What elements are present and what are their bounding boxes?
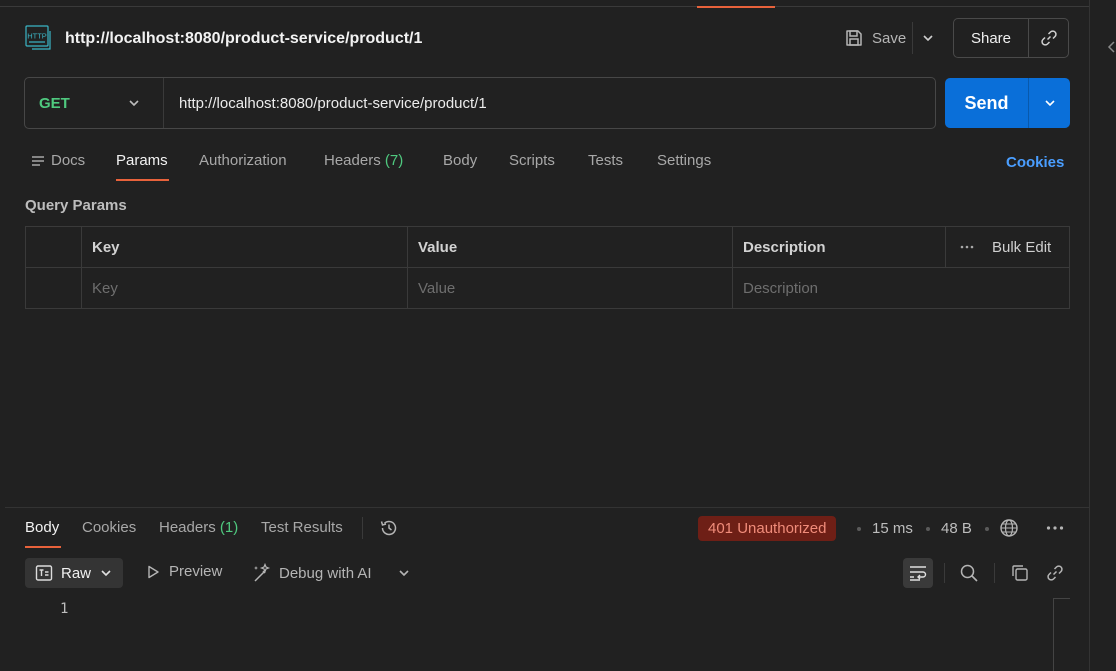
tab-headers-count: (7) (384, 152, 404, 169)
separator-dot (926, 527, 930, 531)
active-tab-indicator (697, 6, 775, 8)
method-select[interactable]: GET (25, 78, 164, 128)
request-url-bar: GET (24, 77, 936, 129)
copy-icon[interactable] (1010, 563, 1030, 583)
share-button[interactable]: Share (954, 19, 1029, 57)
send-button[interactable]: Send (945, 78, 1029, 128)
wrap-lines-icon (908, 563, 928, 583)
send-options-button[interactable] (1029, 78, 1070, 128)
response-tab-headers[interactable]: Headers (1) (159, 519, 238, 536)
more-horizontal-icon[interactable] (1046, 525, 1064, 531)
active-tab-underline (116, 179, 169, 181)
debug-options-chevron[interactable] (397, 566, 411, 580)
wrap-lines-button[interactable] (903, 558, 933, 588)
value-input[interactable]: Value (408, 268, 733, 309)
chevron-down-icon (1043, 96, 1057, 110)
tab-headers[interactable]: Headers (7) (324, 152, 403, 169)
separator-dot (857, 527, 861, 531)
search-icon[interactable] (959, 563, 979, 583)
save-button[interactable]: Save (838, 22, 912, 54)
table-header-row: Key Value Description Bulk Edit (26, 227, 1069, 268)
response-tab-headers-count: (1) (219, 519, 239, 536)
copy-link-button[interactable] (1029, 19, 1068, 57)
ai-sparkle-icon (251, 563, 271, 583)
response-size[interactable]: 48 B (941, 520, 972, 537)
bulk-edit-label: Bulk Edit (992, 238, 1052, 256)
cookies-link[interactable]: Cookies (1006, 154, 1064, 171)
tabs-separator (362, 517, 363, 539)
tab-params[interactable]: Params (116, 152, 168, 169)
query-params-title: Query Params (25, 197, 127, 214)
bulk-edit-button[interactable]: Bulk Edit (946, 227, 1069, 267)
table-row: Key Value Description (26, 268, 1069, 309)
response-tab-headers-label: Headers (159, 519, 216, 536)
method-label: GET (39, 94, 70, 112)
tab-body[interactable]: Body (443, 152, 477, 169)
response-format-select[interactable]: Raw (25, 558, 123, 588)
http-icon: HTTP (24, 23, 54, 53)
status-badge[interactable]: 401 Unauthorized (698, 516, 837, 541)
response-active-tab-underline (25, 546, 61, 548)
svg-text:HTTP: HTTP (27, 32, 47, 41)
tab-headers-label: Headers (324, 152, 381, 169)
response-tab-body[interactable]: Body (25, 519, 59, 536)
save-label: Save (872, 29, 907, 47)
response-tab-test-results[interactable]: Test Results (261, 519, 343, 536)
send-button-group: Send (945, 78, 1070, 128)
tab-authorization[interactable]: Authorization (199, 152, 287, 169)
request-title[interactable]: http://localhost:8080/product-service/pr… (65, 30, 422, 48)
checkbox-column-header (26, 227, 82, 267)
chevron-left-icon[interactable] (1106, 40, 1116, 54)
debug-with-ai-button[interactable]: Debug with AI (251, 563, 372, 583)
chevron-down-icon (99, 566, 113, 580)
link-icon (1039, 28, 1059, 48)
toolbar-separator (994, 563, 995, 583)
globe-icon[interactable] (999, 518, 1019, 538)
share-button-group: Share (953, 18, 1069, 58)
preview-button[interactable]: Preview (145, 563, 222, 580)
tab-scripts[interactable]: Scripts (509, 152, 555, 169)
link-icon[interactable] (1045, 563, 1065, 583)
top-border (0, 6, 1089, 7)
text-format-icon (35, 564, 53, 582)
save-options-button[interactable] (912, 22, 942, 54)
tab-docs-label: Docs (51, 152, 86, 169)
response-time[interactable]: 15 ms (872, 520, 913, 537)
column-header-value: Value (408, 227, 733, 267)
play-icon (145, 564, 161, 580)
column-header-description: Description (733, 227, 946, 267)
query-params-table: Key Value Description Bulk Edit Key Valu… (25, 226, 1070, 309)
description-input[interactable]: Description (733, 268, 1069, 309)
docs-icon (31, 154, 45, 168)
response-scrollbar[interactable] (1053, 598, 1070, 671)
preview-label: Preview (169, 563, 223, 580)
save-icon (844, 28, 864, 48)
response-format-label: Raw (61, 564, 92, 582)
column-header-key: Key (82, 227, 408, 267)
right-panel-divider (1089, 0, 1090, 671)
tab-tests[interactable]: Tests (588, 152, 623, 169)
toolbar-separator (944, 563, 945, 583)
response-divider[interactable] (5, 507, 1089, 508)
chevron-down-icon (127, 96, 141, 110)
response-tab-cookies[interactable]: Cookies (82, 519, 136, 536)
history-icon[interactable] (379, 518, 399, 538)
debug-label: Debug with AI (279, 564, 372, 582)
line-number: 1 (60, 601, 69, 617)
more-horizontal-icon (960, 244, 974, 250)
tab-settings[interactable]: Settings (657, 152, 711, 169)
chevron-down-icon (921, 31, 935, 45)
url-input[interactable] (164, 93, 935, 113)
tab-docs[interactable]: Docs (31, 152, 85, 169)
separator-dot (985, 527, 989, 531)
row-checkbox-cell (26, 268, 82, 309)
key-input[interactable]: Key (82, 268, 408, 309)
